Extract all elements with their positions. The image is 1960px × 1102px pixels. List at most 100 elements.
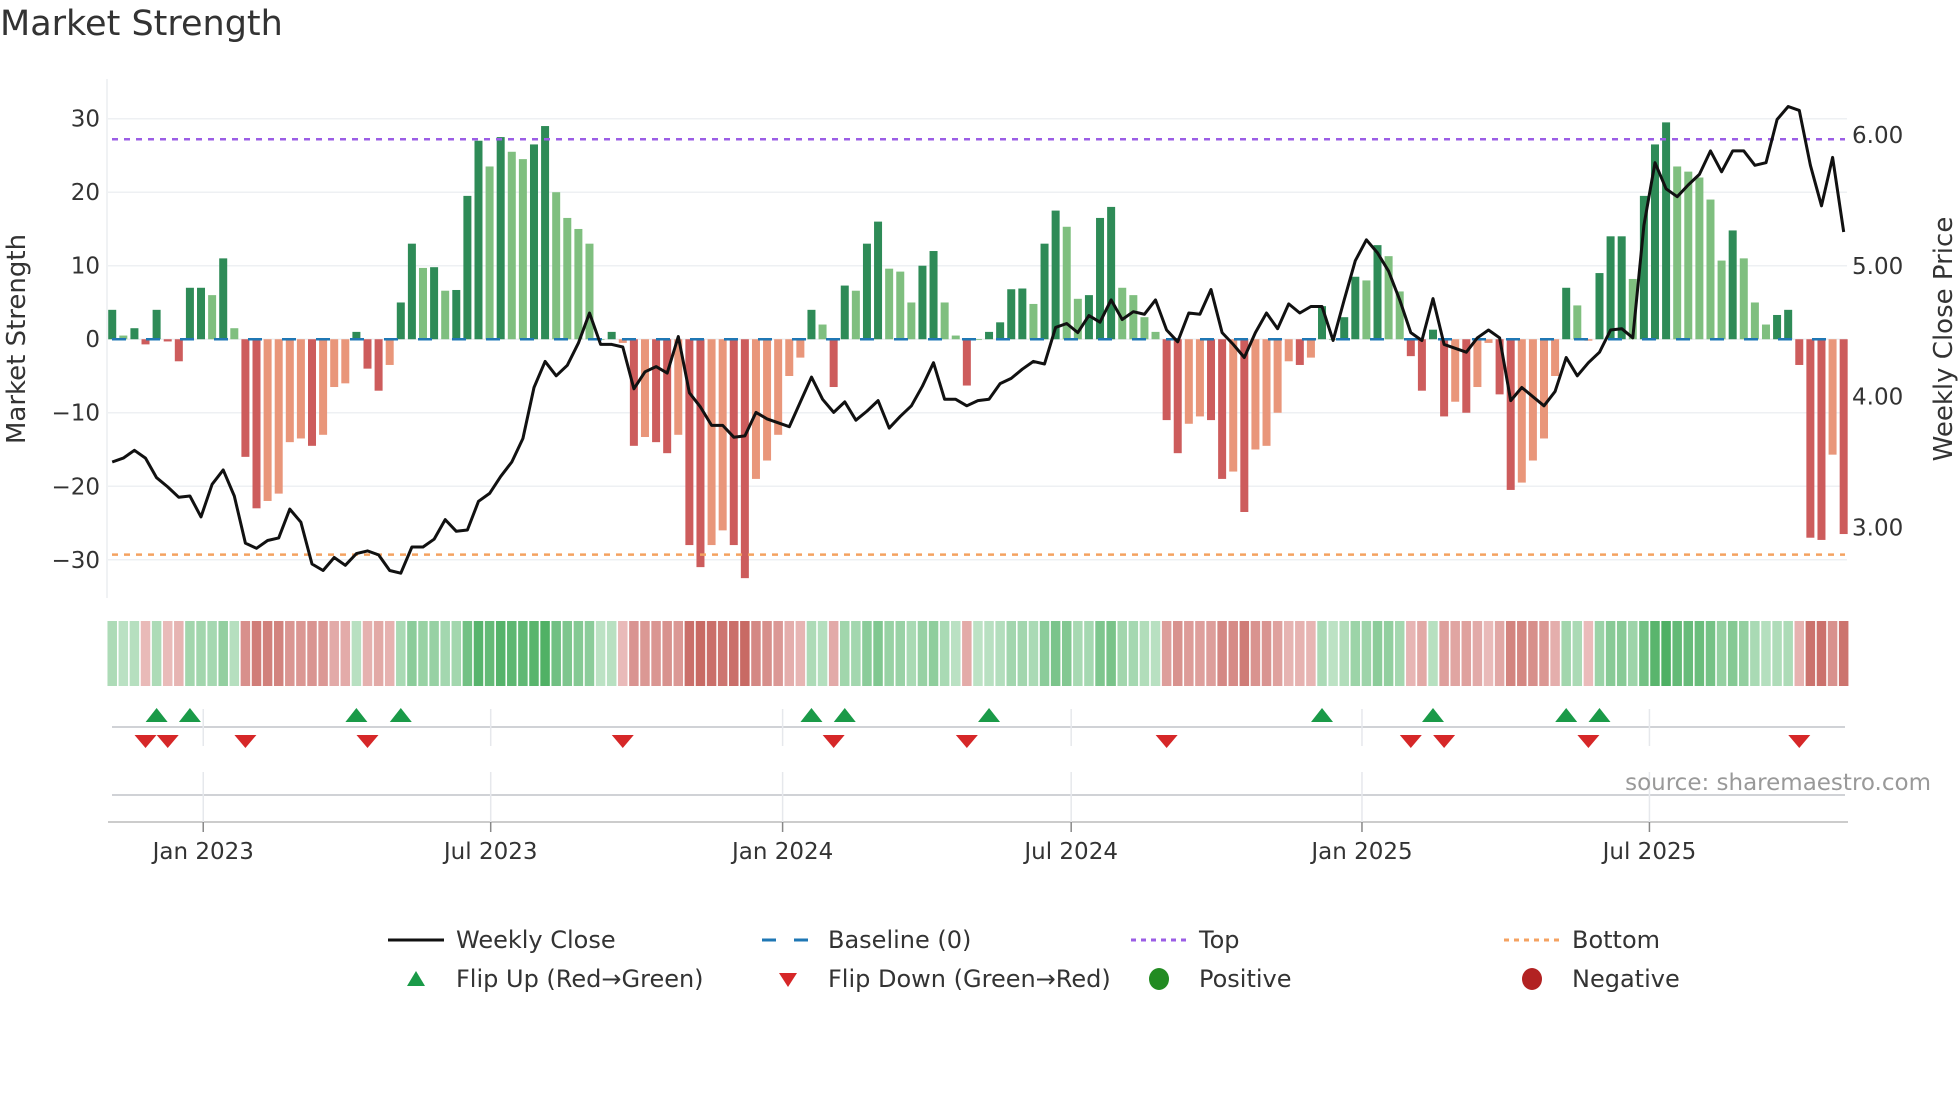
strength-bar [241, 339, 250, 457]
strength-bar [430, 267, 439, 340]
strength-bar [1429, 329, 1438, 340]
flip-up-marker [345, 708, 368, 722]
dotted-line-icon [1504, 938, 1560, 942]
heatmap-cell [1084, 621, 1094, 686]
strength-bar [929, 251, 938, 340]
heatmap-cell [251, 621, 262, 686]
heatmap-cell [1261, 621, 1272, 686]
heatmap-cell [1050, 621, 1061, 686]
y-right-axis-label: Weekly Close Price [1929, 217, 1959, 462]
heatmap-cell [1550, 621, 1560, 686]
strength-bar [807, 309, 816, 340]
strength-bar [1706, 199, 1715, 340]
strength-bar [1728, 230, 1737, 340]
heatmap-cell [1250, 621, 1261, 686]
strength-bar [285, 339, 294, 443]
heatmap-cell [1816, 621, 1827, 686]
heatmap-cell [928, 621, 939, 686]
strength-bar [796, 339, 805, 358]
heatmap-cell [529, 621, 539, 686]
heatmap-cell [384, 621, 395, 686]
legend-label: Top [1199, 926, 1240, 954]
strength-bar [263, 339, 272, 501]
heatmap-cell [407, 621, 417, 686]
strength-bar [962, 339, 971, 386]
heatmap-cell [1450, 621, 1460, 686]
x-tick-label: Jan 2024 [730, 839, 833, 865]
heatmap-cell [1195, 621, 1205, 686]
heatmap-cell [651, 621, 661, 686]
legend-label: Flip Up (Red→Green) [456, 965, 704, 993]
strength-bar [885, 268, 894, 340]
strength-bar [1018, 288, 1027, 340]
strength-bar [219, 258, 228, 340]
strength-bar [1839, 339, 1848, 535]
heatmap-cell [1128, 621, 1139, 686]
strength-bar [1551, 339, 1560, 376]
heatmap-cell [1716, 621, 1727, 686]
heatmap-cell [1616, 621, 1627, 686]
heatmap-cell [1517, 621, 1527, 686]
strength-bar [907, 302, 916, 340]
strength-bar [1784, 309, 1793, 340]
heatmap-cell [1805, 621, 1816, 686]
strength-bar [1817, 339, 1826, 540]
heatmap-cell [840, 621, 850, 686]
flip-up-marker [1422, 708, 1445, 722]
strength-bar [696, 339, 705, 568]
heatmap-cell [495, 621, 506, 686]
heatmap-cell [1028, 621, 1039, 686]
heatmap-cell [1139, 621, 1150, 686]
heatmap-cell [540, 621, 550, 686]
y-tick-label: 0 [85, 327, 100, 353]
strength-bar [1506, 339, 1515, 490]
x-tick-label: Jan 2025 [1309, 839, 1412, 865]
heatmap-cell [340, 621, 351, 686]
flip-up-marker [1555, 708, 1578, 722]
heatmap-cell [185, 621, 195, 686]
strength-bar [1539, 339, 1548, 439]
solid-line-icon [388, 938, 444, 942]
strength-bar [296, 339, 305, 439]
flip-down-marker [611, 735, 634, 748]
heatmap-cell [1572, 621, 1583, 686]
heatmap-cell [939, 621, 950, 686]
flip-down-marker [234, 735, 257, 748]
strength-bar [1340, 317, 1349, 340]
strength-bar [474, 140, 483, 340]
heatmap-cell [984, 621, 994, 686]
strength-bar [1473, 339, 1482, 388]
strength-bar [197, 287, 206, 340]
triangle-up-icon [407, 971, 425, 986]
strength-bar [1717, 260, 1726, 340]
strength-bar [874, 221, 883, 340]
heatmap-cell [1672, 621, 1682, 686]
flip-up-marker [1311, 708, 1334, 722]
strength-bar [607, 331, 616, 340]
heatmap-cell [1761, 621, 1771, 686]
x-tick-label: Jul 2025 [1601, 839, 1697, 865]
strength-bar [985, 331, 994, 340]
strength-bar [485, 166, 494, 340]
legend-label: Weekly Close [456, 926, 616, 954]
strength-bar [763, 339, 772, 461]
heatmap-cell [484, 621, 495, 686]
strength-bar [640, 339, 649, 438]
strength-bar [1184, 339, 1193, 424]
heatmap-cell [1061, 621, 1072, 686]
heatmap-cell [1783, 621, 1793, 686]
strength-bar [707, 339, 716, 546]
heatmap-cell [751, 621, 761, 686]
heatmap-cell [573, 621, 584, 686]
strength-bar [407, 243, 416, 340]
strength-bar [418, 267, 427, 340]
legend-label: Positive [1199, 965, 1292, 993]
strength-bar [1828, 339, 1837, 455]
y-axis-label: Market Strength [2, 234, 32, 444]
strength-bar [951, 335, 960, 340]
strength-bar [574, 228, 583, 340]
flip-up-marker [1588, 708, 1611, 722]
heatmap-cell [551, 621, 561, 686]
heatmap-cell [1594, 621, 1605, 686]
heatmap-cell [107, 621, 117, 686]
